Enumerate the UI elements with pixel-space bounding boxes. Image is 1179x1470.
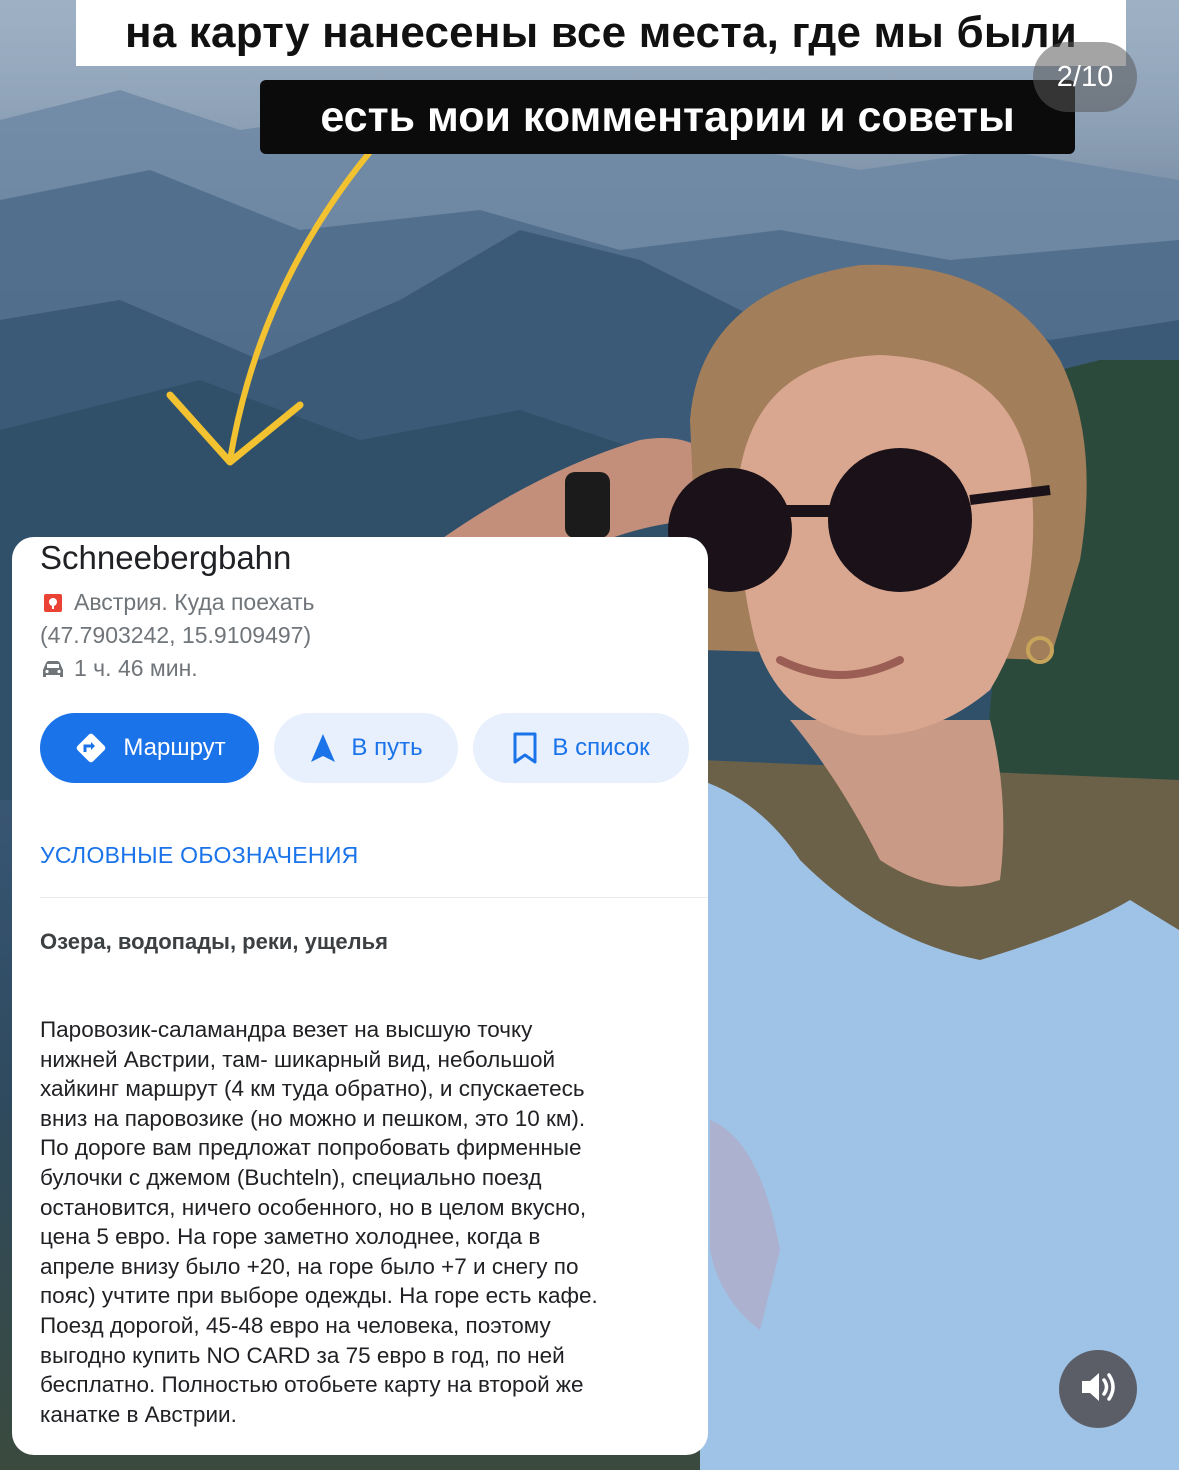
save-to-list-button[interactable]: В список: [473, 713, 689, 783]
car-icon: [40, 656, 66, 682]
caption-top: на карту нанесены все места, где мы были: [76, 0, 1126, 66]
travel-time: 1 ч. 46 мин.: [74, 655, 198, 681]
place-title: Schneebergbahn: [40, 539, 292, 576]
category-label: Озера, водопады, реки, ущелья: [40, 929, 388, 954]
speaker-icon: [1078, 1369, 1118, 1410]
start-button[interactable]: В путь: [274, 713, 458, 783]
place-description: Паровозик-саламандра везет на высшую точ…: [40, 1017, 598, 1427]
coordinates: (47.7903242, 15.9109497): [40, 622, 312, 648]
map-pin-icon: [40, 590, 66, 616]
divider: [40, 897, 708, 898]
story-counter: 2/10: [1033, 42, 1137, 112]
sound-toggle-button[interactable]: [1059, 1350, 1137, 1428]
save-button-label: В список: [552, 734, 650, 761]
bookmark-icon: [512, 731, 538, 765]
route-button[interactable]: Маршрут: [40, 713, 259, 783]
legend-link[interactable]: УСЛОВНЫЕ ОБОЗНАЧЕНИЯ: [40, 842, 359, 869]
navigation-arrow-icon: [309, 732, 337, 764]
caption-bottom: есть мои комментарии и советы: [260, 80, 1075, 154]
start-button-label: В путь: [351, 734, 423, 761]
route-button-label: Маршрут: [123, 734, 226, 761]
travel-time-row: 1 ч. 46 мин.: [40, 655, 198, 682]
pointer-arrow: [227, 137, 383, 463]
directions-icon: [73, 730, 109, 766]
saved-list-name: Австрия. Куда поехать: [74, 589, 315, 615]
place-card: Schneebergbahn Австрия. Куда поехать (47…: [12, 537, 708, 1455]
saved-list-row[interactable]: Австрия. Куда поехать: [40, 589, 315, 616]
